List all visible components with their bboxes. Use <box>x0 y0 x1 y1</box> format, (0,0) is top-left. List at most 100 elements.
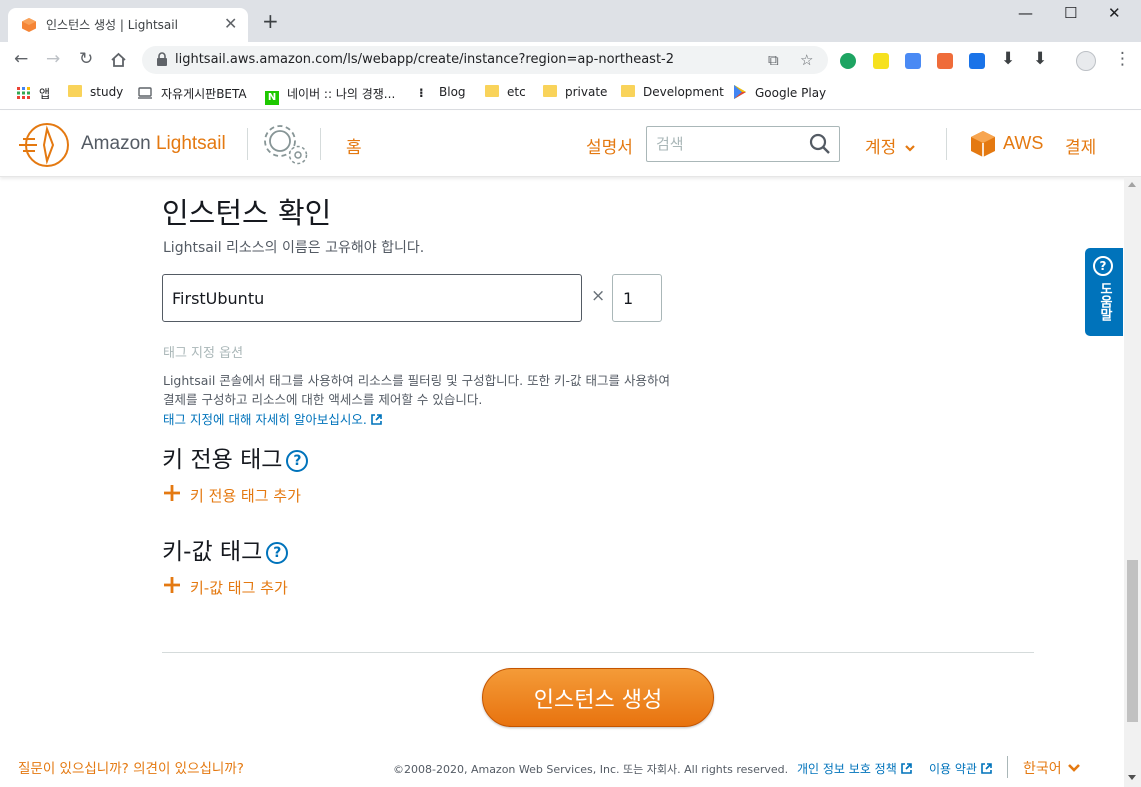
feedback-link[interactable]: 질문이 있으십니까? 의견이 있으십니까? <box>18 757 244 777</box>
key-value-tags-title: 키-값 태그? <box>162 532 289 566</box>
translate-icon[interactable]: ⧉ <box>768 51 779 69</box>
scroll-up-icon[interactable] <box>1128 182 1136 187</box>
scroll-down-icon[interactable] <box>1128 775 1136 780</box>
extension-ex-icon[interactable] <box>937 53 953 69</box>
maximize-window-icon[interactable]: ☐ <box>1064 4 1077 22</box>
external-link-icon <box>900 763 912 774</box>
browser-tab-strip: 인스턴스 생성 | Lightsail ✕ + — ☐ ✕ <box>0 0 1141 42</box>
scrollbar-thumb[interactable] <box>1127 560 1138 722</box>
brand-name: Lightsail <box>155 133 226 154</box>
chevron-down-icon <box>1067 764 1080 772</box>
bookmark-label: Blog <box>439 85 466 99</box>
home-icon[interactable] <box>110 52 127 68</box>
bookmark-apps[interactable]: 앱 <box>17 85 50 103</box>
bookmark-star-icon[interactable]: ☆ <box>800 51 813 69</box>
tag-description-line: 결제를 구성하고 리소스에 대한 액세스를 제어할 수 있습니다. <box>163 392 483 407</box>
reload-icon[interactable]: ↻ <box>79 50 93 68</box>
extension-green-icon[interactable] <box>840 53 856 69</box>
help-icon[interactable]: ? <box>266 542 289 564</box>
tag-options-heading: 태그 지정 옵션 <box>163 346 244 361</box>
multiply-symbol: × <box>591 286 606 306</box>
key-only-tags-title: 키 전용 태그? <box>162 440 309 474</box>
address-bar[interactable]: lightsail.aws.amazon.com/ls/webapp/creat… <box>142 46 828 74</box>
browser-tab[interactable]: 인스턴스 생성 | Lightsail ✕ <box>8 8 248 42</box>
lightsail-logo-icon[interactable] <box>17 121 72 169</box>
forward-icon[interactable]: → <box>46 50 60 68</box>
privacy-policy-link[interactable]: 개인 정보 보호 정책 <box>797 760 912 777</box>
privacy-label: 개인 정보 보호 정책 <box>797 762 897 776</box>
language-selector[interactable]: 한국어 <box>1023 758 1081 778</box>
profile-avatar-icon[interactable] <box>1076 51 1096 71</box>
board-icon <box>138 87 152 99</box>
nav-account[interactable]: 계정 <box>865 133 916 158</box>
settings-gear-icon[interactable] <box>260 121 310 167</box>
download-icon[interactable]: ⬇ <box>1001 50 1015 68</box>
lock-icon <box>157 52 167 66</box>
content-divider <box>162 652 1034 653</box>
minimize-window-icon[interactable]: — <box>1018 4 1033 22</box>
lightsail-brand[interactable]: Amazon Lightsail <box>81 133 226 155</box>
browser-toolbar: ← → ↻ lightsail.aws.amazon.com/ls/webapp… <box>0 42 1141 78</box>
help-icon: ? <box>1093 256 1113 276</box>
language-label: 한국어 <box>1023 761 1062 777</box>
header-divider <box>320 128 321 160</box>
folder-icon <box>68 85 82 97</box>
add-key-value-tag-label: 키-값 태그 추가 <box>190 579 288 597</box>
bookmark-blog[interactable]: ⁝ Blog <box>419 85 466 103</box>
nav-aws[interactable]: AWS <box>970 130 1043 158</box>
aws-cube-icon <box>971 131 995 157</box>
aws-label: AWS <box>1003 133 1044 153</box>
new-tab-icon[interactable]: + <box>262 11 279 31</box>
download-icon[interactable]: ⬇ <box>1033 50 1047 68</box>
bookmark-label: Google Play <box>755 86 827 100</box>
instance-count-input[interactable] <box>612 274 662 322</box>
bookmark-study[interactable]: study <box>68 85 123 103</box>
terms-label: 이용 약관 <box>929 762 977 776</box>
bookmark-naver[interactable]: N 네이버 :: 나의 경쟁... <box>265 85 395 105</box>
help-side-tab[interactable]: ? 도움말 <box>1085 248 1123 336</box>
bookmark-private[interactable]: private <box>543 85 607 103</box>
bookmark-google-play[interactable]: Google Play <box>733 85 826 103</box>
chevron-down-icon <box>905 145 916 152</box>
create-instance-button[interactable]: 인스턴스 생성 <box>482 668 714 727</box>
folder-icon <box>543 85 557 97</box>
bookmark-etc[interactable]: etc <box>485 85 526 103</box>
plus-icon <box>164 577 180 593</box>
bookmark-board[interactable]: 자유게시판BETA <box>137 85 247 103</box>
close-tab-icon[interactable]: ✕ <box>224 14 237 33</box>
instance-name-description: Lightsail 리소스의 이름은 고유해야 합니다. <box>163 240 425 256</box>
footer-divider <box>1007 756 1008 778</box>
bookmark-label: 자유게시판BETA <box>161 87 247 101</box>
nav-billing[interactable]: 결제 <box>1065 133 1096 158</box>
extension-video-icon[interactable] <box>969 53 985 69</box>
bookmark-label: private <box>565 85 608 99</box>
header-divider <box>946 128 947 160</box>
help-tab-label: 도움말 <box>1097 282 1112 321</box>
header-divider <box>247 128 248 160</box>
url-text: lightsail.aws.amazon.com/ls/webapp/creat… <box>175 52 675 67</box>
terms-link[interactable]: 이용 약관 <box>929 760 992 777</box>
tag-description-line: Lightsail 콘솔에서 태그를 사용하여 리소스를 필터링 및 구성합니다… <box>163 373 671 388</box>
instance-name-input[interactable] <box>162 274 582 322</box>
nav-docs[interactable]: 설명서 <box>586 133 633 158</box>
bookmark-development[interactable]: Development <box>621 85 724 103</box>
tag-learn-more-link[interactable]: 태그 지정에 대해 자세히 알아보십시오. <box>163 409 382 428</box>
nav-home[interactable]: 홈 <box>346 133 362 158</box>
close-window-icon[interactable]: ✕ <box>1108 4 1121 22</box>
back-icon[interactable]: ← <box>14 50 28 68</box>
page-scrollbar[interactable] <box>1124 177 1141 787</box>
bookmark-label: 앱 <box>39 87 51 101</box>
search-input[interactable] <box>647 127 807 161</box>
naver-icon: N <box>265 91 279 105</box>
external-link-icon <box>371 414 382 425</box>
bookmark-label: Development <box>643 85 724 99</box>
search-icon[interactable] <box>809 133 831 155</box>
learn-more-label: 태그 지정에 대해 자세히 알아보십시오. <box>163 412 367 427</box>
extension-translate-icon[interactable] <box>905 53 921 69</box>
menu-dots-icon[interactable]: ⋮ <box>1114 50 1131 68</box>
extension-pencil-icon[interactable] <box>873 53 889 69</box>
help-icon[interactable]: ? <box>286 450 309 472</box>
blog-icon: ⁝ <box>419 86 424 100</box>
plus-icon <box>164 485 180 501</box>
tab-title: 인스턴스 생성 | Lightsail <box>46 18 178 32</box>
